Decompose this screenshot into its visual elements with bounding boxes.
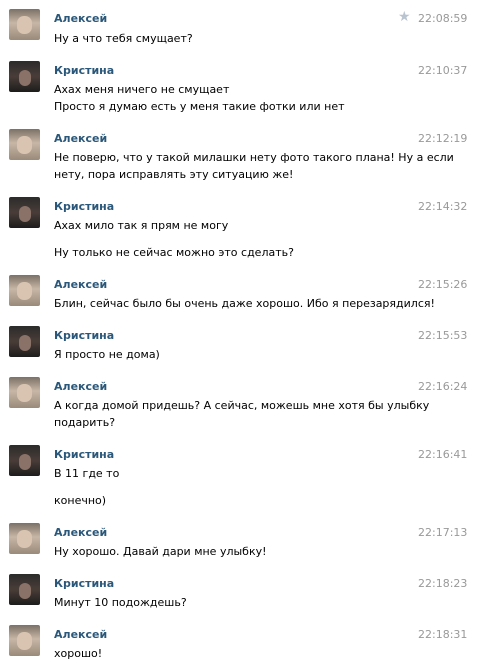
avatar[interactable] [9,326,40,357]
message-time: 22:08:59 [418,12,468,25]
message-item: Алексей 22:18:31 хорошо! [0,625,498,665]
avatar[interactable] [9,275,40,306]
message-author[interactable]: Алексей [54,628,107,641]
message-author[interactable]: Алексей [54,278,107,291]
avatar[interactable] [9,445,40,476]
avatar[interactable] [9,129,40,160]
message-item: Алексей 22:15:26 Блин, сейчас было бы оч… [0,275,498,315]
message-time: 22:16:24 [418,380,468,393]
message-item: Кристина 22:10:37 Ахах меня ничего не см… [0,61,498,116]
message-item: Кристина 22:15:53 Я просто не дома) [0,326,498,366]
message-author[interactable]: Алексей [54,132,107,145]
message-item: Алексей ★ 22:08:59 Ну а что тебя смущает… [0,9,498,49]
message-text: нету, пора исправлять эту ситуацию же! [54,168,294,181]
message-text: В 11 где то [54,467,120,480]
message-author[interactable]: Алексей [54,12,107,25]
avatar[interactable] [9,523,40,554]
message-text: Ну только не сейчас можно это сделать? [54,246,294,259]
avatar[interactable] [9,625,40,656]
message-time: 22:15:53 [418,329,468,342]
message-text: Ахах мило так я прям не могу [54,219,229,232]
message-author[interactable]: Кристина [54,448,114,461]
message-author[interactable]: Кристина [54,64,114,77]
message-author[interactable]: Кристина [54,329,114,342]
message-text: Не поверю, что у такой милашки нету фото… [54,151,454,164]
avatar[interactable] [9,197,40,228]
avatar[interactable] [9,61,40,92]
avatar[interactable] [9,9,40,40]
message-text: Минут 10 подождешь? [54,596,187,609]
message-time: 22:14:32 [418,200,468,213]
message-author[interactable]: Алексей [54,526,107,539]
message-time: 22:17:13 [418,526,468,539]
message-time: 22:16:41 [418,448,468,461]
message-text: подарить? [54,416,116,429]
message-text: конечно) [54,494,107,507]
star-icon[interactable]: ★ [398,10,411,24]
message-text: Просто я думаю есть у меня такие фотки и… [54,100,345,113]
message-time: 22:18:31 [418,628,468,641]
message-author[interactable]: Кристина [54,200,114,213]
message-text: Ну а что тебя смущает? [54,32,193,45]
message-text: А когда домой придешь? А сейчас, можешь … [54,399,430,412]
message-text: Блин, сейчас было бы очень даже хорошо. … [54,297,435,310]
message-time: 22:15:26 [418,278,468,291]
message-item: Кристина 22:14:32 Ахах мило так я прям н… [0,197,498,265]
avatar[interactable] [9,377,40,408]
message-time: 22:18:23 [418,577,468,590]
message-item: Кристина 22:16:41 В 11 где то конечно) [0,445,498,513]
message-time: 22:10:37 [418,64,468,77]
message-text: Ахах меня ничего не смущает [54,83,230,96]
message-author[interactable]: Алексей [54,380,107,393]
message-item: Алексей 22:17:13 Ну хорошо. Давай дари м… [0,523,498,563]
avatar[interactable] [9,574,40,605]
message-item: Кристина 22:18:23 Минут 10 подождешь? [0,574,498,614]
message-item: Алексей 22:16:24 А когда домой придешь? … [0,377,498,432]
message-time: 22:12:19 [418,132,468,145]
message-text: хорошо! [54,647,103,660]
message-item: Алексей 22:12:19 Не поверю, что у такой … [0,129,498,184]
message-text: Ну хорошо. Давай дари мне улыбку! [54,545,267,558]
message-author[interactable]: Кристина [54,577,114,590]
message-text: Я просто не дома) [54,348,160,361]
